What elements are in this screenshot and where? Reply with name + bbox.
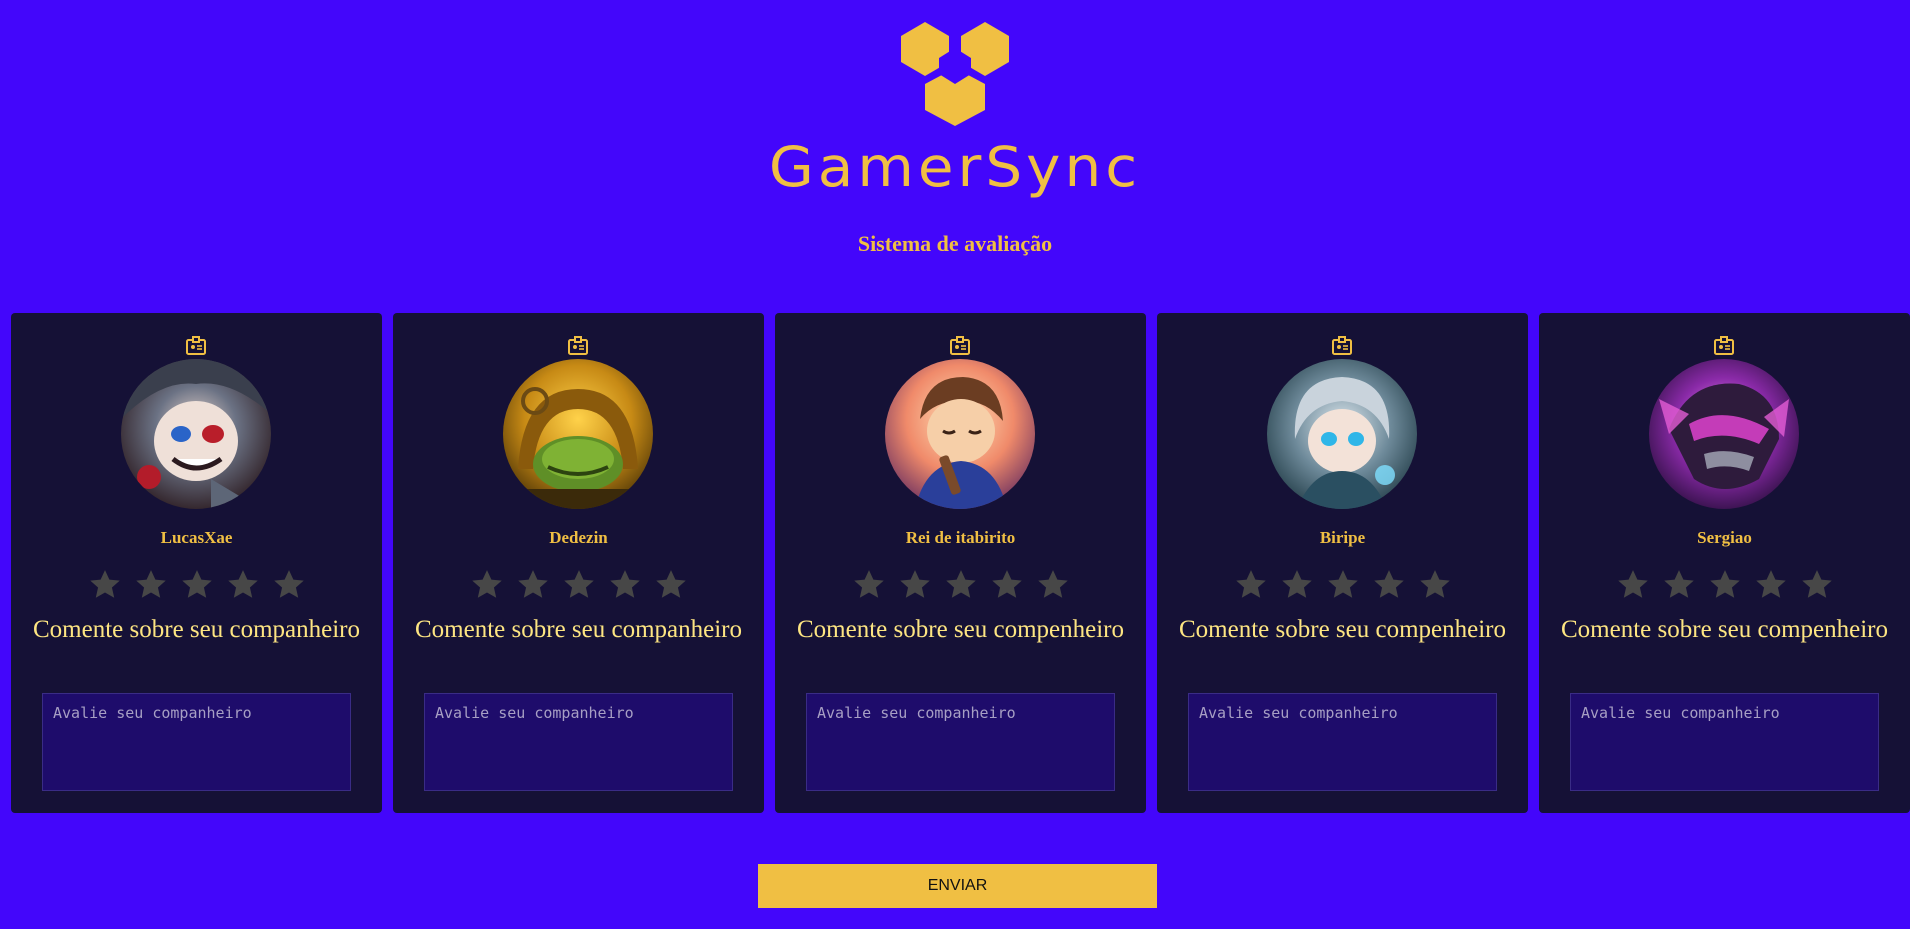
teammate-card: Rei de itabirito Comente sobre seu compe… (775, 313, 1146, 813)
id-badge-icon (1332, 336, 1352, 355)
star-icon[interactable] (608, 568, 642, 602)
brand-logo: GamerSync (0, 14, 1910, 196)
star-rating (11, 568, 382, 602)
brand-name: GamerSync (768, 134, 1142, 200)
comment-input[interactable] (1570, 693, 1879, 791)
star-rating (393, 568, 764, 602)
star-icon[interactable] (898, 568, 932, 602)
id-badge-icon (1714, 336, 1734, 355)
star-rating (1157, 568, 1528, 602)
star-icon[interactable] (1800, 568, 1834, 602)
star-icon[interactable] (470, 568, 504, 602)
comment-label: Comente sobre seu companheiro (415, 616, 742, 643)
star-icon[interactable] (226, 568, 260, 602)
comment-label: Comente sobre seu compenheiro (1561, 616, 1888, 643)
star-icon[interactable] (272, 568, 306, 602)
star-icon[interactable] (990, 568, 1024, 602)
id-badge-icon (568, 336, 588, 355)
id-badge-icon (186, 336, 206, 355)
star-icon[interactable] (654, 568, 688, 602)
hexagon-cube-logo-icon (901, 22, 1009, 126)
teammate-name: Biripe (1319, 528, 1366, 547)
teammate-card: Dedezin Comente sobre seu companheiro (393, 313, 764, 813)
comment-label: Comente sobre seu compenheiro (797, 616, 1124, 643)
avatar (1267, 359, 1417, 509)
comment-input[interactable] (42, 693, 351, 791)
star-icon[interactable] (134, 568, 168, 602)
comment-label: Comente sobre seu companheiro (33, 616, 360, 643)
star-icon[interactable] (180, 568, 214, 602)
star-icon[interactable] (516, 568, 550, 602)
star-icon[interactable] (852, 568, 886, 602)
avatar (885, 359, 1035, 509)
star-icon[interactable] (944, 568, 978, 602)
star-icon[interactable] (1662, 568, 1696, 602)
star-icon[interactable] (1280, 568, 1314, 602)
star-icon[interactable] (1036, 568, 1070, 602)
comment-label: Comente sobre seu compenheiro (1179, 616, 1506, 643)
teammate-card: Sergiao Comente sobre seu compenheiro (1539, 313, 1910, 813)
star-icon[interactable] (1326, 568, 1360, 602)
id-badge-icon (950, 336, 970, 355)
teammate-name: Dedezin (549, 528, 608, 547)
submit-button[interactable]: ENVIAR (758, 864, 1157, 908)
avatar (121, 359, 271, 509)
teammate-name: Rei de itabirito (905, 528, 1016, 547)
star-icon[interactable] (1754, 568, 1788, 602)
star-icon[interactable] (1708, 568, 1742, 602)
teammate-card: Biripe Comente sobre seu compenheiro (1157, 313, 1528, 813)
teammate-card: LucasXae Comente sobre seu companheiro (11, 313, 382, 813)
page-title: Sistema de avaliação (857, 231, 1053, 256)
star-icon[interactable] (562, 568, 596, 602)
rating-cards: LucasXae Comente sobre seu companheiro A… (11, 313, 1910, 813)
avatar (503, 359, 653, 509)
star-rating (1539, 568, 1910, 602)
star-icon[interactable] (1372, 568, 1406, 602)
star-icon[interactable] (1616, 568, 1650, 602)
comment-input[interactable] (424, 693, 733, 791)
star-icon[interactable] (1418, 568, 1452, 602)
comment-input[interactable] (1188, 693, 1497, 791)
star-rating (775, 568, 1146, 602)
avatar (1649, 359, 1799, 509)
star-icon[interactable] (88, 568, 122, 602)
star-icon[interactable] (1234, 568, 1268, 602)
teammate-name: LucasXae (160, 528, 233, 547)
comment-input[interactable] (806, 693, 1115, 791)
teammate-name: Sergiao (1697, 528, 1752, 547)
